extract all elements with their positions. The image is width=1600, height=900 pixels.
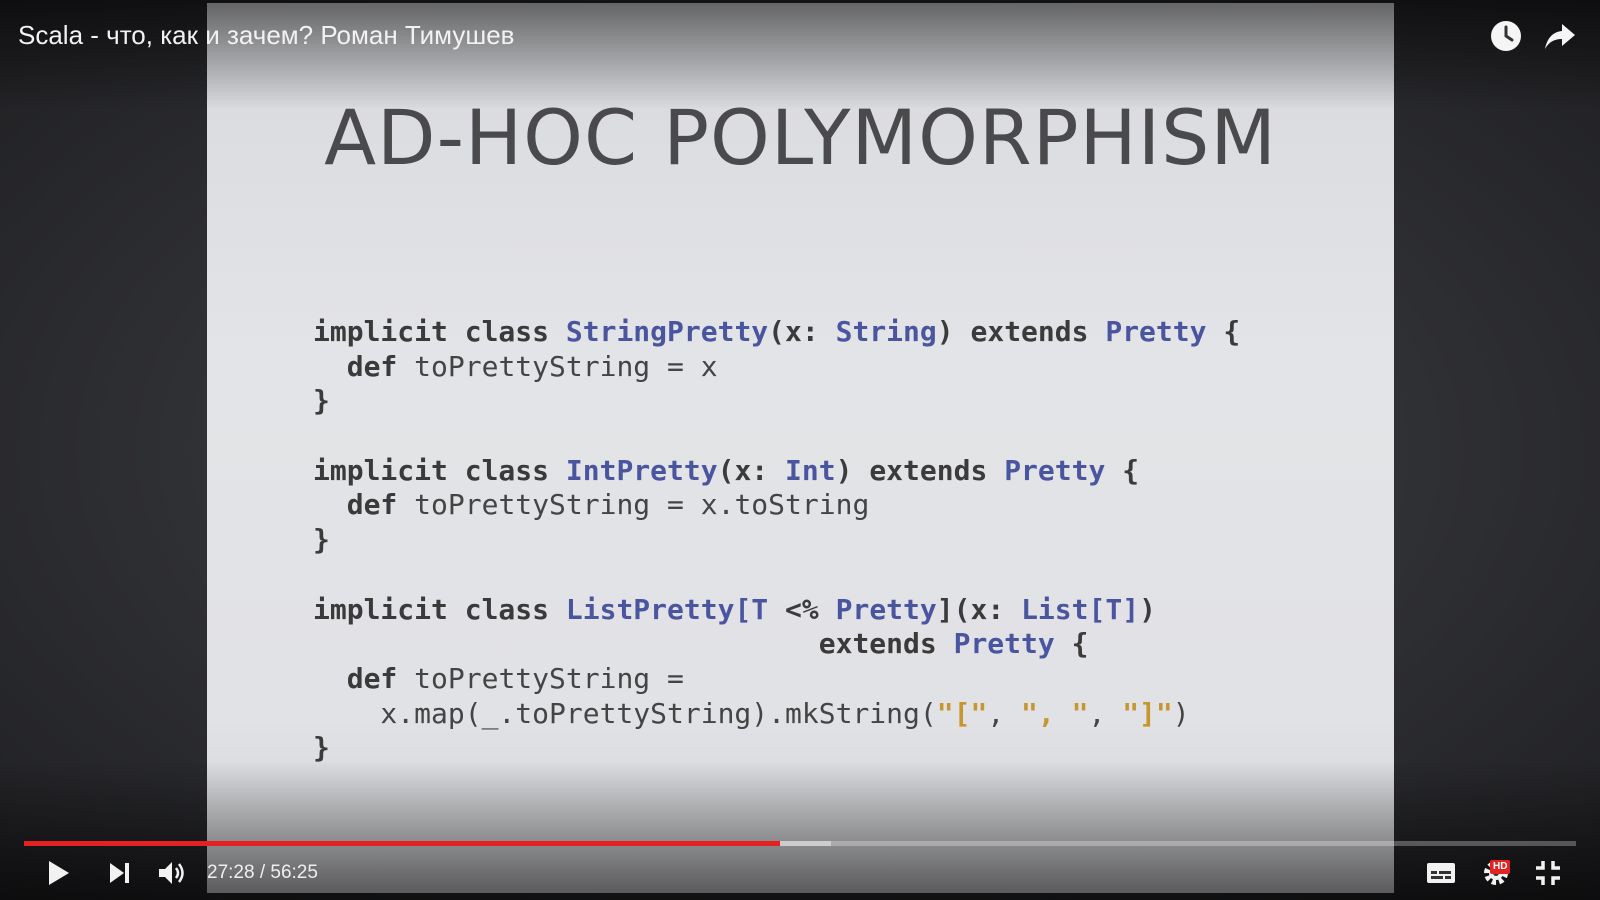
type-name: Int bbox=[785, 453, 836, 487]
code-text: x.map(_.toPrettyString).mkString( bbox=[313, 696, 937, 730]
type-name: Pretty bbox=[953, 627, 1055, 661]
type-name: IntPretty bbox=[565, 453, 718, 487]
keyword: implicit class bbox=[313, 453, 566, 487]
code-line-10: x.map(_.toPrettyString).mkString("[", ",… bbox=[313, 697, 1240, 732]
keyword: def bbox=[313, 488, 415, 522]
keyword: implicit class bbox=[313, 315, 566, 348]
code-block: implicit class StringPretty(x: String) e… bbox=[313, 315, 1240, 766]
code-text: , bbox=[1088, 696, 1123, 730]
type-name: String bbox=[835, 315, 937, 348]
video-player[interactable]: AD-HOC POLYMORPHISM implicit class Strin… bbox=[0, 0, 1600, 900]
top-gradient-overlay bbox=[0, 0, 1600, 110]
skip-next-icon[interactable] bbox=[104, 857, 136, 889]
code-text: ](x: bbox=[936, 592, 1022, 626]
code-text: { bbox=[1054, 627, 1089, 661]
code-text: ) bbox=[1172, 696, 1190, 730]
type-name: StringPretty bbox=[565, 315, 769, 348]
code-text: <% bbox=[768, 592, 836, 626]
code-text: ) extends bbox=[936, 315, 1106, 348]
code-text: , bbox=[987, 696, 1022, 730]
keyword: implicit class bbox=[313, 592, 566, 626]
code-line-8: extends Pretty { bbox=[313, 627, 1240, 662]
type-name: List[T] bbox=[1021, 592, 1140, 626]
time-separator: / bbox=[254, 862, 271, 883]
code-line-9: def toPrettyString = bbox=[313, 662, 1240, 697]
string-literal: "[" bbox=[936, 696, 988, 730]
type-name: ListPretty[T bbox=[565, 592, 769, 626]
code-text: ) bbox=[1139, 592, 1156, 626]
code-line-6: } bbox=[313, 523, 330, 557]
code-line-3: } bbox=[313, 384, 330, 418]
type-name: Pretty bbox=[1105, 315, 1207, 348]
code-line-1: implicit class StringPretty(x: String) e… bbox=[313, 315, 1240, 350]
hd-badge: HD bbox=[1490, 860, 1511, 874]
code-text: (x: bbox=[768, 315, 836, 348]
code-text: { bbox=[1105, 453, 1140, 487]
keyword: def bbox=[313, 661, 415, 695]
volume-icon[interactable] bbox=[156, 857, 188, 889]
code-line-5: def toPrettyString = x.toString bbox=[313, 488, 1240, 523]
type-name: Pretty bbox=[1004, 453, 1106, 487]
current-time: 27:28 bbox=[207, 862, 255, 883]
progress-played bbox=[24, 841, 780, 846]
keyword: extends bbox=[313, 627, 954, 661]
string-literal: "]" bbox=[1122, 696, 1173, 730]
code-text: { bbox=[1206, 315, 1241, 348]
code-text: (x: bbox=[717, 453, 786, 487]
code-text: toPrettyString = bbox=[414, 661, 684, 695]
code-text: toPrettyString = x bbox=[414, 349, 718, 383]
subtitles-icon[interactable] bbox=[1425, 857, 1457, 889]
progress-bar[interactable] bbox=[24, 841, 1576, 846]
code-text: toPrettyString = x.toString bbox=[414, 488, 870, 522]
code-line-7: implicit class ListPretty[T <% Pretty](x… bbox=[313, 593, 1240, 628]
play-icon[interactable] bbox=[42, 857, 74, 889]
type-name: Pretty bbox=[835, 592, 937, 626]
exit-fullscreen-icon[interactable] bbox=[1532, 857, 1564, 889]
code-text: ) extends bbox=[835, 453, 1005, 487]
code-line-4: implicit class IntPretty(x: Int) extends… bbox=[313, 454, 1240, 489]
string-literal: ", " bbox=[1021, 696, 1089, 730]
share-arrow-icon[interactable] bbox=[1542, 18, 1578, 54]
clock-icon[interactable] bbox=[1488, 18, 1524, 54]
duration: 56:25 bbox=[270, 862, 318, 883]
keyword: def bbox=[313, 349, 415, 383]
code-line-2: def toPrettyString = x bbox=[313, 350, 1240, 385]
video-title[interactable]: Scala - что, как и зачем? Роман Тимушев bbox=[18, 20, 514, 51]
time-display: 27:28 / 56:25 bbox=[207, 862, 318, 884]
